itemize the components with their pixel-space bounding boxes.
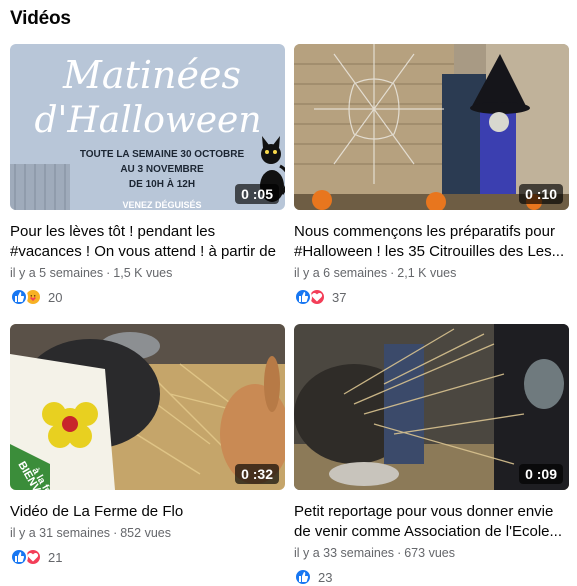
video-age: il y a 33 semaines (294, 546, 395, 560)
reaction-count: 37 (332, 289, 347, 305)
like-icon (294, 568, 312, 586)
video-views: 2,1 K vues (397, 266, 457, 280)
video-age: il y a 31 semaines (10, 526, 111, 540)
video-thumbnail[interactable]: BIENVENUE à la fe 0 :32 (10, 324, 285, 490)
poster-line5: DE 10H À 12H (129, 177, 195, 190)
video-duration: 0 :05 (235, 184, 279, 204)
like-icon (10, 548, 28, 566)
reactions-summary[interactable]: 23 (294, 567, 569, 586)
video-thumbnail[interactable]: 0 :10 (294, 44, 569, 210)
reactions-summary[interactable]: 20 (10, 287, 285, 307)
video-duration: 0 :10 (519, 184, 563, 204)
video-title[interactable]: Petit reportage pour vous donner envie d… (294, 502, 569, 542)
video-age: il y a 5 semaines (10, 266, 104, 280)
video-views: 852 vues (120, 526, 171, 540)
video-meta: il y a 6 semaines · 2,1 K vues (294, 266, 457, 280)
video-title[interactable]: Nous commençons les préparatifs pour #Ha… (294, 222, 569, 262)
like-icon (294, 288, 312, 306)
person-jeans (384, 344, 424, 464)
video-duration: 0 :09 (519, 464, 563, 484)
video-views: 1,5 K vues (113, 266, 173, 280)
reactions-summary[interactable]: 37 (294, 287, 569, 307)
video-duration: 0 :32 (235, 464, 279, 484)
poster-title-line1: Matinées (62, 53, 241, 97)
video-meta: il y a 5 semaines · 1,5 K vues (10, 266, 173, 280)
video-age: il y a 6 semaines (294, 266, 388, 280)
video-card[interactable]: 0 :10 Nous commençons les préparatifs po… (294, 44, 569, 307)
reaction-count: 23 (318, 569, 333, 585)
poster-title-line2: d'Halloween (34, 100, 261, 141)
video-card[interactable]: BIENVENUE à la fe 0 :32 Vidéo de La Ferm… (10, 324, 285, 567)
video-views: 673 vues (404, 546, 455, 560)
section-title: Vidéos (10, 8, 71, 29)
reactions-summary[interactable]: 21 (10, 547, 285, 567)
video-title[interactable]: Vidéo de La Ferme de Flo (10, 502, 285, 522)
video-meta: il y a 31 semaines · 852 vues (10, 526, 171, 540)
video-card[interactable]: Matinées d'Halloween TOUTE LA SEMAINE 30… (10, 44, 285, 307)
poster-line4: AU 3 NOVEMBRE (120, 164, 204, 175)
video-thumbnail[interactable]: Matinées d'Halloween TOUTE LA SEMAINE 30… (10, 44, 285, 210)
reaction-count: 20 (48, 289, 63, 305)
reaction-count: 21 (48, 549, 63, 565)
poster-line6: VENEZ DÉGUISÉS (122, 200, 201, 210)
video-thumbnail[interactable]: 0 :09 (294, 324, 569, 490)
video-title[interactable]: Pour les lèves tôt ! pendant les #vacanc… (10, 222, 285, 262)
video-meta: il y a 33 semaines · 673 vues (294, 546, 455, 560)
video-card[interactable]: 0 :09 Petit reportage pour vous donner e… (294, 324, 569, 586)
poster-line3: TOUTE LA SEMAINE 30 OCTOBRE (80, 149, 245, 160)
like-icon (10, 288, 28, 306)
